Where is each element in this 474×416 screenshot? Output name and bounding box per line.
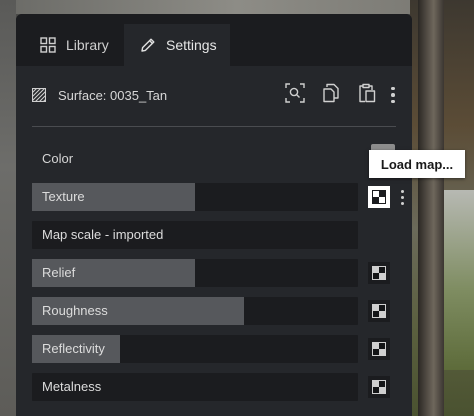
checker-icon bbox=[372, 342, 386, 356]
roughness-map-button[interactable] bbox=[368, 300, 390, 322]
surface-header: Surface: 0035_Tan bbox=[31, 78, 398, 112]
pencil-icon bbox=[140, 37, 156, 53]
copy-button[interactable] bbox=[318, 82, 344, 108]
roughness-slider[interactable]: Roughness bbox=[32, 297, 358, 325]
tab-settings-label: Settings bbox=[166, 37, 217, 53]
metalness-slider[interactable]: Metalness bbox=[32, 373, 358, 401]
color-label: Color bbox=[42, 151, 74, 166]
tab-settings[interactable]: Settings bbox=[124, 24, 230, 66]
metalness-map-button[interactable] bbox=[368, 376, 390, 398]
grid-icon bbox=[40, 37, 56, 53]
reflectivity-map-button[interactable] bbox=[368, 338, 390, 360]
tab-bar: Library Settings bbox=[16, 14, 412, 66]
surface-more-button[interactable] bbox=[388, 82, 398, 108]
scene-post bbox=[418, 0, 444, 416]
map-scale-field[interactable]: Map scale - imported bbox=[32, 221, 358, 249]
tab-library[interactable]: Library bbox=[24, 24, 124, 66]
roughness-label: Roughness bbox=[42, 303, 108, 318]
reflectivity-label: Reflectivity bbox=[42, 341, 105, 356]
scene-window bbox=[444, 190, 474, 370]
relief-label: Relief bbox=[42, 265, 76, 280]
reflectivity-slider[interactable]: Reflectivity bbox=[32, 335, 358, 363]
metalness-label: Metalness bbox=[42, 379, 102, 394]
texture-label: Texture bbox=[42, 189, 85, 204]
checker-icon bbox=[372, 266, 386, 280]
map-scale-label: Map scale - imported bbox=[42, 227, 164, 242]
surface-name: Surface: 0035_Tan bbox=[58, 87, 168, 103]
texture-more-button[interactable] bbox=[399, 186, 405, 208]
hatch-icon bbox=[31, 87, 47, 103]
checker-icon bbox=[372, 190, 386, 204]
settings-panel: Library Settings Surface: 0035_Tan Color… bbox=[16, 14, 412, 416]
find-icon bbox=[285, 82, 305, 108]
texture-map-button[interactable] bbox=[368, 186, 390, 208]
find-surface-button[interactable] bbox=[282, 82, 308, 108]
copy-icon bbox=[322, 83, 340, 108]
paste-icon bbox=[358, 83, 376, 108]
relief-slider[interactable]: Relief bbox=[32, 259, 358, 287]
scene-wall-left bbox=[0, 0, 16, 416]
paste-button[interactable] bbox=[354, 82, 380, 108]
load-map-tooltip: Load map... bbox=[369, 150, 465, 178]
more-icon bbox=[400, 189, 404, 193]
surface-actions bbox=[272, 78, 398, 112]
checker-icon bbox=[372, 380, 386, 394]
tab-library-label: Library bbox=[66, 37, 109, 53]
texture-slider[interactable]: Texture bbox=[32, 183, 358, 211]
relief-map-button[interactable] bbox=[368, 262, 390, 284]
checker-icon bbox=[372, 304, 386, 318]
more-icon bbox=[391, 86, 395, 91]
scene-wall-top bbox=[0, 0, 474, 14]
divider bbox=[32, 126, 396, 127]
